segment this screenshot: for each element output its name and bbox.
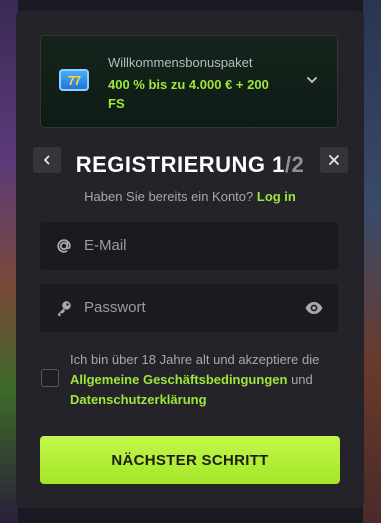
terms-part2: und	[291, 372, 313, 387]
key-icon	[57, 301, 71, 317]
password-placeholder: Passwort	[84, 299, 146, 316]
chevron-down-icon[interactable]	[305, 73, 319, 87]
background-art-right	[363, 0, 381, 523]
email-placeholder: E-Mail	[84, 237, 127, 254]
bonus-title: Willkommensbonuspaket	[108, 55, 253, 70]
email-field[interactable]: E-Mail	[40, 222, 338, 270]
next-step-label: NÄCHSTER SCHRITT	[111, 451, 269, 469]
registration-modal: 77 Willkommensbonuspaket 400 % bis zu 4.…	[16, 11, 364, 508]
at-sign-icon	[57, 239, 71, 253]
eye-icon[interactable]	[304, 298, 324, 318]
login-prompt-text: Haben Sie bereits ein Konto?	[84, 189, 254, 204]
slot-icon-text: 77	[67, 72, 82, 88]
welcome-bonus-panel[interactable]: 77 Willkommensbonuspaket 400 % bis zu 4.…	[40, 35, 338, 128]
terms-text: Ich bin über 18 Jahre alt und akzeptiere…	[70, 350, 340, 410]
terms-part1: Ich bin über 18 Jahre alt und akzeptiere…	[70, 352, 320, 367]
terms-link[interactable]: Allgemeine Geschäftsbedingungen	[70, 372, 287, 387]
terms-checkbox[interactable]	[41, 369, 59, 387]
step-current: 1	[272, 152, 285, 177]
bonus-value: 400 % bis zu 4.000 € + 200 FS	[108, 77, 269, 111]
close-icon	[329, 155, 339, 165]
login-prompt: Haben Sie bereits ein Konto? Log in	[16, 189, 364, 204]
title-text: REGISTRIERUNG	[75, 152, 266, 177]
close-button[interactable]	[320, 147, 348, 173]
login-link[interactable]: Log in	[257, 189, 296, 204]
password-field[interactable]: Passwort	[40, 284, 338, 332]
step-separator: /	[284, 152, 292, 177]
next-step-button[interactable]: NÄCHSTER SCHRITT	[40, 436, 340, 484]
page-title: REGISTRIERUNG 1/2	[16, 152, 364, 178]
step-total: 2	[291, 152, 305, 177]
privacy-link[interactable]: Datenschutzerklärung	[70, 392, 207, 407]
slot-777-icon: 77	[59, 69, 89, 91]
